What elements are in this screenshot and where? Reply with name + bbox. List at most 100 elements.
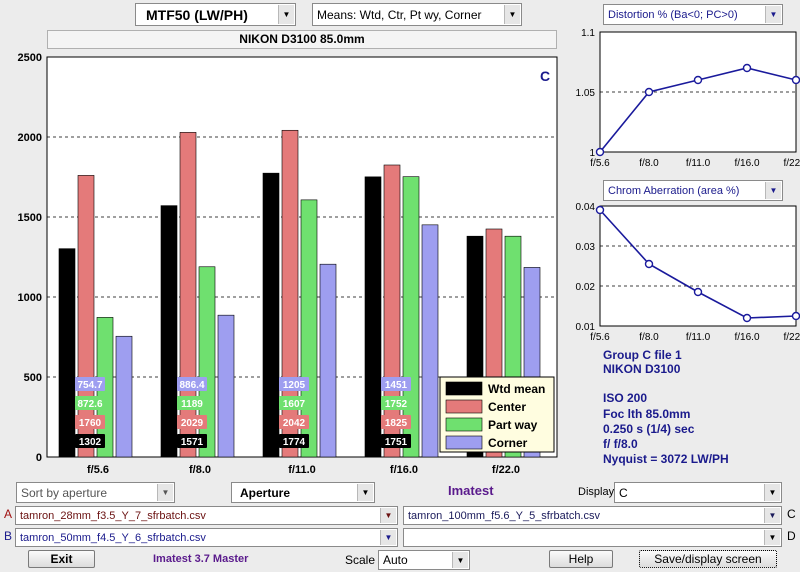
y-tick-label: 1.05 [576, 88, 596, 99]
data-point [644, 87, 654, 97]
y-tick-label: 0 [36, 452, 42, 464]
x-tick-label: f/22.0 [492, 464, 520, 476]
data-point [791, 75, 800, 85]
y-tick-label: 1000 [18, 292, 42, 304]
data-label: 754.7 [77, 380, 102, 391]
x-tick-label: f/8.0 [189, 464, 211, 476]
bar-corner [421, 224, 439, 458]
chrom-chart: 0.010.020.030.04f/5.6 f/8.0 f/11.0 f/16.0 f/… [576, 202, 800, 343]
chart-corner-label: C [540, 68, 550, 84]
file-b-letter: B [4, 529, 13, 543]
bar-wtd-mean [262, 172, 280, 458]
file-b-value: tamron_50mm_f4.5_Y_6_sfrbatch.csv [20, 531, 206, 544]
chevron-down-icon: ▼ [765, 6, 781, 23]
data-label: 886.4 [179, 380, 204, 391]
sort-select[interactable]: Sort by aperture ▼ [16, 482, 175, 503]
distortion-select-value: Distortion % (Ba<0; PC>0) [608, 8, 738, 21]
exit-button[interactable]: Exit [28, 550, 95, 568]
scale-select-value: Auto [383, 553, 408, 567]
display-select-value: C [619, 485, 628, 500]
y-tick-label: 2500 [18, 52, 42, 64]
display-select[interactable]: C ▼ [614, 482, 782, 503]
data-label: 1825 [385, 418, 408, 429]
bar-wtd-mean [160, 205, 178, 458]
x-tick-label: f/8.0 [639, 332, 659, 343]
legend-swatch [445, 381, 483, 396]
y-tick-label: 2000 [18, 132, 42, 144]
info-focal-length: Foc lth 85.0mm [603, 407, 691, 421]
means-select-value: Means: Wtd, Ctr, Pt wy, Corner [317, 7, 482, 22]
bar-corner [217, 314, 235, 458]
x-tick-label: f/16.0 [390, 464, 418, 476]
x-tick-label: f/16.0 [734, 332, 759, 343]
data-point [693, 287, 703, 297]
y-tick-label: 0.04 [576, 202, 596, 213]
scale-label: Scale [345, 553, 376, 567]
data-label: 2042 [283, 418, 306, 429]
bar-corner [115, 335, 133, 458]
info-camera: NIKON D3100 [603, 362, 681, 376]
version-label: Imatest 3.7 Master [153, 553, 249, 565]
legend-label: Center [488, 400, 526, 414]
file-a-value: tamron_28mm_f3.5_Y_7_sfrbatch.csv [20, 509, 206, 522]
bar-wtd-mean [58, 248, 76, 458]
chevron-down-icon: ▼ [764, 508, 780, 523]
means-select[interactable]: Means: Wtd, Ctr, Pt wy, Corner ▼ [312, 3, 522, 26]
data-label: 1752 [385, 399, 408, 410]
data-label: 1302 [79, 437, 102, 448]
x-tick-label: f/5.6 [590, 332, 610, 343]
bar-corner [319, 263, 337, 458]
data-point [644, 259, 654, 269]
bar-center [383, 164, 401, 458]
camera-title: NIKON D3100 85.0mm [47, 30, 557, 49]
file-d-select[interactable]: ▼ [403, 528, 782, 547]
legend-swatch [445, 417, 483, 432]
file-d-letter: D [787, 529, 796, 543]
file-a-letter: A [4, 507, 13, 521]
x-tick-label: f/8.0 [639, 158, 659, 169]
imatest-label: Imatest [448, 483, 494, 498]
info-shutter: 0.250 s (1/4) sec [603, 422, 695, 436]
metric-select-value: MTF50 (LW/PH) [146, 6, 248, 23]
data-point [595, 147, 605, 157]
chevron-down-icon: ▼ [765, 182, 781, 199]
file-b-select[interactable]: tamron_50mm_f4.5_Y_6_sfrbatch.csv ▼ [15, 528, 398, 547]
file-a-select[interactable]: tamron_28mm_f3.5_Y_7_sfrbatch.csv ▼ [15, 506, 398, 525]
bar-center [77, 175, 95, 458]
chevron-down-icon: ▼ [452, 552, 468, 568]
help-button[interactable]: Help [549, 550, 613, 568]
y-tick-label: 1.1 [581, 28, 595, 39]
metric-select[interactable]: MTF50 (LW/PH) ▼ [135, 3, 296, 26]
display-label: Display [578, 486, 615, 498]
distortion-select[interactable]: Distortion % (Ba<0; PC>0) ▼ [603, 4, 783, 25]
file-c-select[interactable]: tamron_100mm_f5.6_Y_5_sfrbatch.csv ▼ [403, 506, 782, 525]
aperture-select[interactable]: Aperture ▼ [231, 482, 375, 503]
y-tick-label: 0.02 [576, 282, 596, 293]
y-tick-label: 500 [24, 372, 42, 384]
chevron-down-icon: ▼ [157, 484, 173, 501]
data-point [595, 205, 605, 215]
file-c-value: tamron_100mm_f5.6_Y_5_sfrbatch.csv [408, 509, 600, 522]
info-group: Group C file 1 [603, 348, 682, 362]
data-point [693, 75, 703, 85]
save-display-button[interactable]: Save/display screen [639, 550, 777, 568]
legend-label: Part way [488, 418, 538, 432]
data-label: 1774 [283, 437, 306, 448]
x-tick-label: f/5.6 [590, 158, 610, 169]
mtf-bar-chart: 0 500 1000 1500 2000 2500 Cf/5.6 1302 1760 872.6 7… [18, 52, 558, 476]
chevron-down-icon: ▼ [278, 5, 294, 24]
data-label: 1205 [283, 380, 306, 391]
plot-area [599, 205, 797, 327]
sort-select-value: Sort by aperture [21, 485, 108, 500]
x-tick-label: f/16.0 [734, 158, 759, 169]
legend-label: Wtd mean [488, 382, 545, 396]
x-tick-label: f/22.0 [783, 158, 800, 169]
data-point [742, 313, 752, 323]
chevron-down-icon: ▼ [764, 484, 780, 501]
legend-label: Corner [488, 436, 528, 450]
scale-select[interactable]: Auto ▼ [378, 550, 470, 570]
data-label: 1571 [181, 437, 204, 448]
chevron-down-icon: ▼ [357, 484, 373, 501]
chrom-select[interactable]: Chrom Aberration (area %) ▼ [603, 180, 783, 201]
legend-swatch [445, 399, 483, 414]
